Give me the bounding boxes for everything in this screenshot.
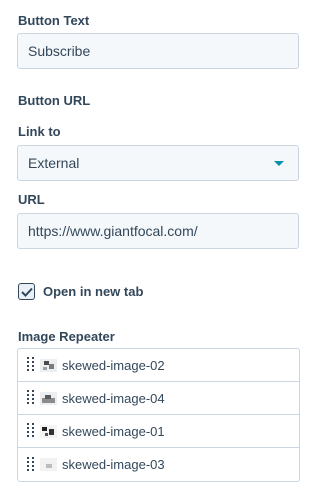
drag-handle-icon[interactable] [26, 422, 36, 440]
repeater-item[interactable]: skewed-image-01 [18, 415, 299, 448]
open-in-new-tab-label[interactable]: Open in new tab [43, 284, 143, 299]
open-in-new-tab-checkbox[interactable] [18, 283, 35, 300]
image-thumbnail [40, 358, 57, 372]
image-repeater-label: Image Repeater [18, 329, 115, 344]
link-to-selected-value: External [28, 155, 80, 171]
repeater-item-name: skewed-image-04 [62, 390, 165, 406]
button-url-heading: Button URL [18, 93, 91, 108]
image-thumbnail [40, 424, 57, 438]
repeater-item[interactable]: skewed-image-03 [18, 448, 299, 481]
drag-handle-icon[interactable] [26, 356, 36, 374]
repeater-item-name: skewed-image-01 [62, 423, 165, 439]
url-label: URL [18, 192, 45, 207]
link-to-label: Link to [18, 124, 61, 139]
image-thumbnail [40, 458, 57, 471]
url-value: https://www.giantfocal.com/ [28, 223, 198, 239]
image-repeater-list: skewed-image-02 skewed-image-04 skewed-i… [17, 348, 300, 482]
image-thumbnail [40, 391, 57, 405]
url-input[interactable]: https://www.giantfocal.com/ [17, 213, 299, 249]
repeater-item-name: skewed-image-03 [62, 457, 165, 472]
open-in-new-tab-row: Open in new tab [18, 283, 143, 300]
button-text-input[interactable]: Subscribe [17, 33, 299, 69]
button-text-value: Subscribe [28, 43, 91, 59]
link-to-select[interactable]: External [17, 145, 299, 181]
drag-handle-icon[interactable] [26, 389, 36, 407]
button-text-label: Button Text [18, 13, 90, 28]
chevron-down-icon [274, 160, 284, 166]
repeater-item-name: skewed-image-02 [62, 357, 165, 373]
repeater-item[interactable]: skewed-image-02 [18, 349, 299, 382]
repeater-item[interactable]: skewed-image-04 [18, 382, 299, 415]
drag-handle-icon[interactable] [26, 456, 36, 474]
checkmark-icon [20, 287, 33, 297]
